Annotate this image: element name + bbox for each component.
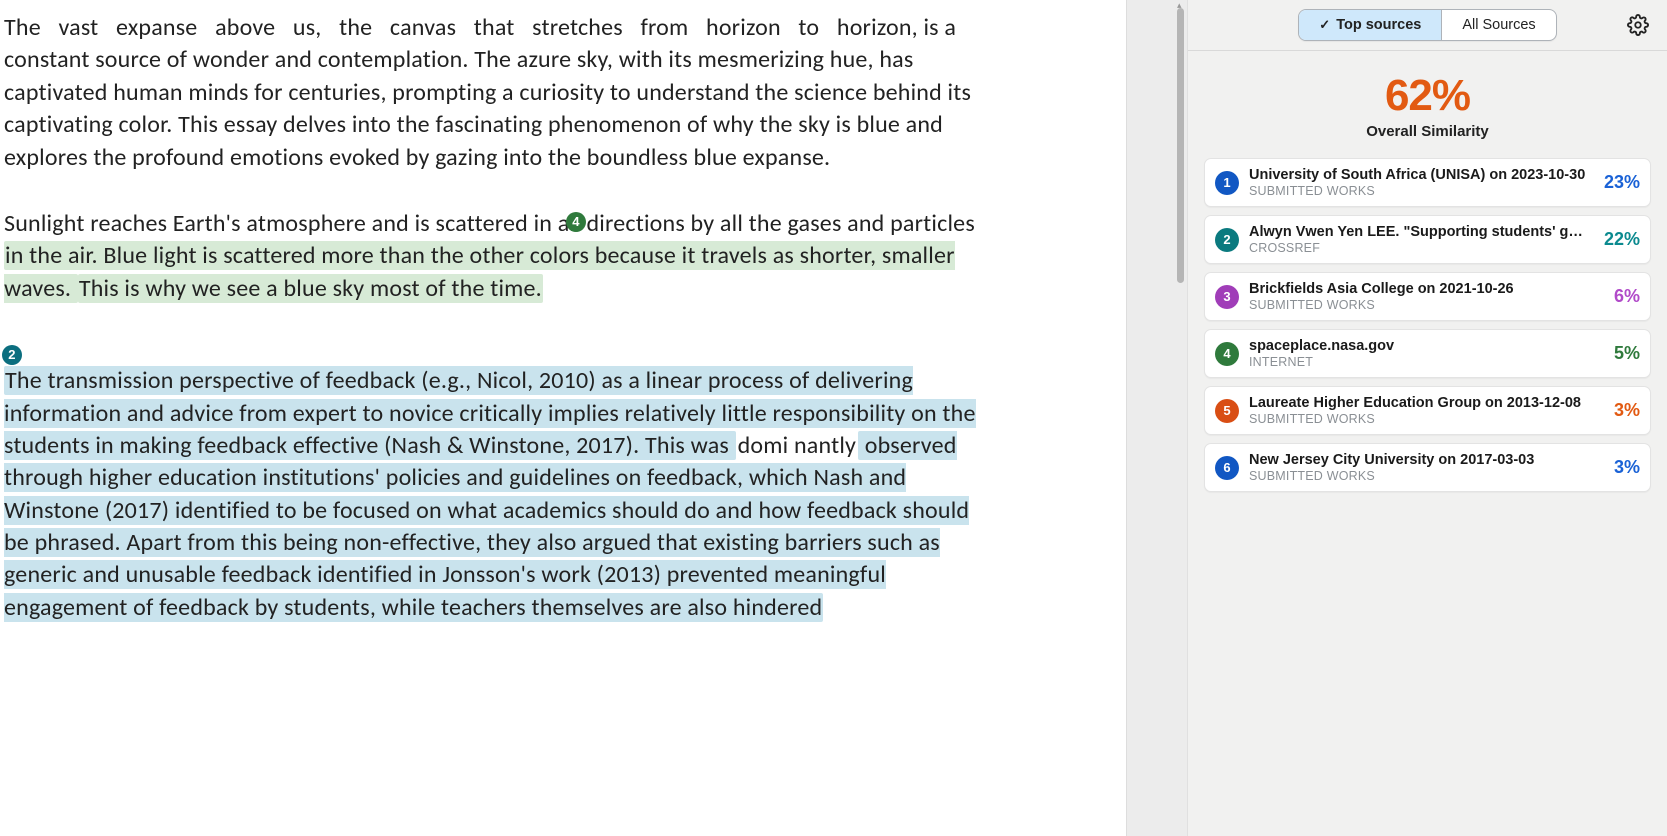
source-type: SUBMITTED WORKS bbox=[1249, 298, 1598, 312]
scroll-up-arrow-icon[interactable]: ▴ bbox=[1177, 0, 1184, 7]
source-number-badge: 4 bbox=[1215, 342, 1239, 366]
source-body: New Jersey City University on 2017-03-03… bbox=[1249, 452, 1598, 483]
highlight-gap: domi nantly bbox=[736, 431, 858, 460]
paragraph-1-text-a: The vast expanse above us, the canvas th… bbox=[4, 13, 918, 42]
check-icon: ✓ bbox=[1319, 17, 1330, 33]
source-type: SUBMITTED WORKS bbox=[1249, 412, 1598, 426]
source-title: spaceplace.nasa.gov bbox=[1249, 338, 1598, 354]
highlight-match-4-b[interactable]: This is why we see a blue sky most of th… bbox=[78, 274, 543, 303]
source-card-2[interactable]: 2 Alwyn Vwen Yen LEE. "Supporting studen… bbox=[1204, 215, 1651, 264]
source-tabs: ✓ Top sources All Sources bbox=[1298, 9, 1556, 41]
source-number-badge: 3 bbox=[1215, 285, 1239, 309]
source-title: New Jersey City University on 2017-03-03 bbox=[1249, 452, 1598, 468]
source-type: CROSSREF bbox=[1249, 241, 1588, 255]
source-title: University of South Africa (UNISA) on 20… bbox=[1249, 167, 1588, 183]
paragraph-1: The vast expanse above us, the canvas th… bbox=[4, 12, 984, 174]
tab-top-sources[interactable]: ✓ Top sources bbox=[1299, 10, 1442, 40]
source-list: 1 University of South Africa (UNISA) on … bbox=[1204, 158, 1651, 492]
source-percentage: 6% bbox=[1608, 286, 1640, 307]
source-card-5[interactable]: 5 Laureate Higher Education Group on 201… bbox=[1204, 386, 1651, 435]
scroll-gutter: ▴ bbox=[1127, 0, 1187, 836]
source-title: Alwyn Vwen Yen LEE. "Supporting students… bbox=[1249, 224, 1588, 240]
overall-percentage: 62% bbox=[1204, 71, 1651, 121]
source-body: Alwyn Vwen Yen LEE. "Supporting students… bbox=[1249, 224, 1588, 255]
source-percentage: 3% bbox=[1608, 400, 1640, 421]
overall-similarity: 62% Overall Similarity bbox=[1204, 71, 1651, 140]
source-title: Brickfields Asia College on 2021-10-26 bbox=[1249, 281, 1598, 297]
source-number-badge: 5 bbox=[1215, 399, 1239, 423]
tab-all-sources-label: All Sources bbox=[1462, 17, 1535, 33]
document-body: The vast expanse above us, the canvas th… bbox=[4, 12, 984, 624]
sidebar-header: ✓ Top sources All Sources bbox=[1188, 0, 1667, 50]
source-card-6[interactable]: 6 New Jersey City University on 2017-03-… bbox=[1204, 443, 1651, 492]
match-badge-4[interactable]: 4 bbox=[566, 212, 586, 232]
tab-all-sources[interactable]: All Sources bbox=[1442, 10, 1555, 40]
source-card-4[interactable]: 4 spaceplace.nasa.gov INTERNET 5% bbox=[1204, 329, 1651, 378]
source-type: SUBMITTED WORKS bbox=[1249, 469, 1598, 483]
source-body: spaceplace.nasa.gov INTERNET bbox=[1249, 338, 1598, 369]
source-percentage: 5% bbox=[1608, 343, 1640, 364]
source-body: University of South Africa (UNISA) on 20… bbox=[1249, 167, 1588, 198]
scrollbar-thumb[interactable] bbox=[1177, 8, 1184, 283]
paragraph-2: 4 Sunlight reaches Earth's atmosphere an… bbox=[4, 208, 984, 305]
source-percentage: 22% bbox=[1598, 229, 1640, 250]
overall-label: Overall Similarity bbox=[1204, 123, 1651, 140]
paragraph-3: 2 The transmission perspective of feedba… bbox=[4, 365, 984, 624]
source-body: Brickfields Asia College on 2021-10-26 S… bbox=[1249, 281, 1598, 312]
gear-icon bbox=[1627, 14, 1649, 36]
source-title: Laureate Higher Education Group on 2013-… bbox=[1249, 395, 1598, 411]
match-badge-2[interactable]: 2 bbox=[2, 345, 22, 365]
source-number-badge: 1 bbox=[1215, 171, 1239, 195]
similarity-sidebar: ✓ Top sources All Sources 62% Overall Si… bbox=[1187, 0, 1667, 836]
source-card-1[interactable]: 1 University of South Africa (UNISA) on … bbox=[1204, 158, 1651, 207]
source-type: INTERNET bbox=[1249, 355, 1598, 369]
source-percentage: 23% bbox=[1598, 172, 1640, 193]
paragraph-2-text-a: Sunlight reaches Earth's atmosphere and … bbox=[4, 209, 975, 238]
source-number-badge: 6 bbox=[1215, 456, 1239, 480]
source-card-3[interactable]: 3 Brickfields Asia College on 2021-10-26… bbox=[1204, 272, 1651, 321]
document-pane: The vast expanse above us, the canvas th… bbox=[0, 0, 1127, 836]
source-number-badge: 2 bbox=[1215, 228, 1239, 252]
sidebar-body: 62% Overall Similarity 1 University of S… bbox=[1188, 50, 1667, 836]
settings-button[interactable] bbox=[1627, 14, 1649, 36]
source-body: Laureate Higher Education Group on 2013-… bbox=[1249, 395, 1598, 426]
source-percentage: 3% bbox=[1608, 457, 1640, 478]
source-type: SUBMITTED WORKS bbox=[1249, 184, 1588, 198]
tab-top-sources-label: Top sources bbox=[1336, 17, 1421, 33]
